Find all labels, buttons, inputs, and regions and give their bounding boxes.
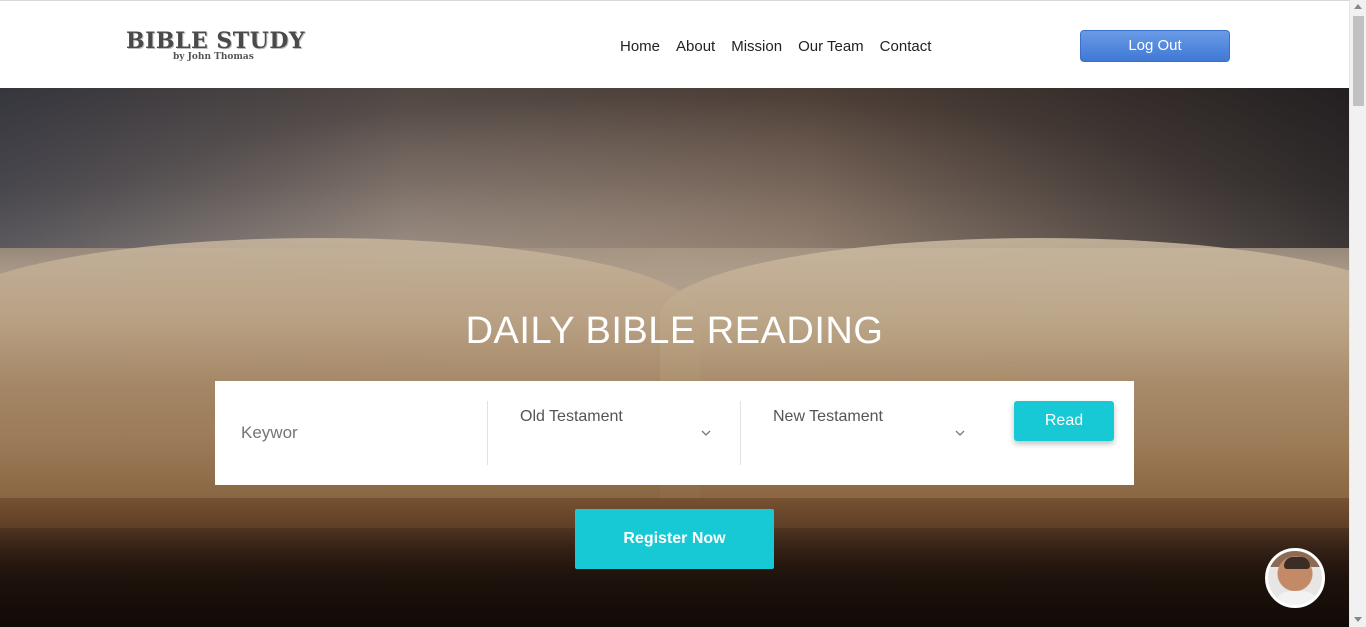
hero-title: DAILY BIBLE READING [465,310,884,352]
reading-search-form: Old Testament New Testament Read [215,381,1134,485]
register-now-button[interactable]: Register Now [575,509,774,569]
search-divider [740,401,741,465]
avatar-hair [1284,557,1310,569]
site-header: BIBLE STUDY by John Thomas Home About Mi… [0,4,1349,88]
hero-banner: DAILY BIBLE READING Old Testament New Te… [0,88,1349,627]
chevron-down-icon[interactable] [954,427,966,439]
keyword-input[interactable] [241,417,311,449]
scroll-up-arrow-icon[interactable] [1354,4,1362,9]
user-avatar-icon[interactable] [1265,548,1325,608]
main-nav: Home About Mission Our Team Contact [612,37,939,57]
read-button[interactable]: Read [1014,401,1114,441]
old-testament-select[interactable]: Old Testament [520,408,623,432]
logo-title: BIBLE STUDY [126,28,306,54]
scrollbar-thumb[interactable] [1353,16,1364,106]
search-divider [487,401,488,465]
page-scrollbar[interactable] [1349,0,1366,627]
nav-home[interactable]: Home [612,37,668,57]
new-testament-select[interactable]: New Testament [773,408,883,432]
logout-button[interactable]: Log Out [1080,30,1230,62]
nav-about[interactable]: About [668,37,723,57]
nav-mission[interactable]: Mission [723,37,790,57]
chevron-down-icon[interactable] [700,427,712,439]
nav-contact[interactable]: Contact [872,37,940,57]
scroll-down-arrow-icon[interactable] [1354,617,1362,622]
hero-background-shelf [0,88,1349,248]
site-logo[interactable]: BIBLE STUDY by John Thomas [126,30,316,66]
nav-our-team[interactable]: Our Team [790,37,872,57]
